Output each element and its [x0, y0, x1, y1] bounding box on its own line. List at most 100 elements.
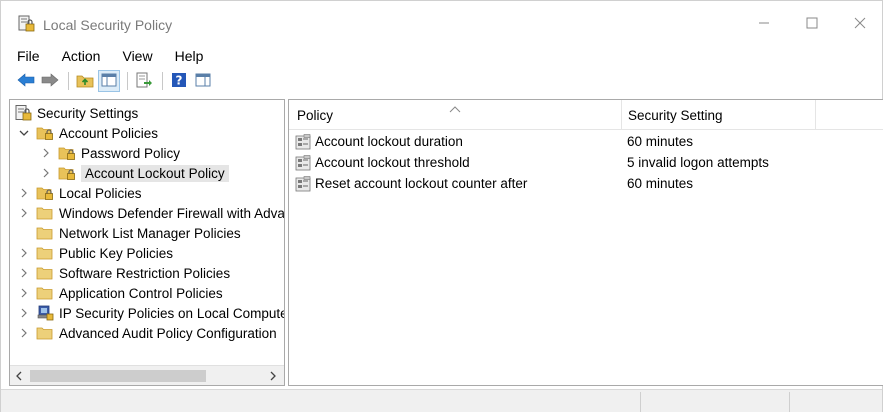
tree-item-account-lockout-policy[interactable]: Account Lockout Policy	[40, 163, 229, 183]
close-icon	[854, 17, 866, 32]
tree-item-windows-defender-firewall-with-adva[interactable]: Windows Defender Firewall with Adva	[18, 203, 285, 223]
export-list-button[interactable]	[133, 70, 155, 92]
minimize-button[interactable]	[741, 9, 787, 39]
folder-icon	[36, 225, 54, 241]
folder-icon	[36, 205, 54, 221]
status-divider	[789, 392, 790, 412]
folder-icon	[36, 285, 54, 301]
tree-item-ip-security-policies-on-local-compute[interactable]: IP Security Policies on Local Compute	[18, 303, 285, 323]
tree-item-label: Password Policy	[81, 145, 181, 161]
up-folder-icon	[76, 72, 94, 91]
list-item[interactable]: Account lockout threshold 5 invalid logon…	[289, 152, 883, 173]
list-item[interactable]: Reset account lockout counter after 60 mi…	[289, 173, 883, 194]
chevron-right-icon[interactable]	[18, 187, 30, 199]
close-button[interactable]	[837, 9, 883, 39]
help-button[interactable]: ?	[168, 70, 190, 92]
tree-item-label: Account Policies	[59, 125, 159, 141]
security-setting-value: 5 invalid logon attempts	[627, 155, 769, 170]
menu-bar: File Action View Help	[1, 45, 882, 67]
svg-text:?: ?	[176, 73, 183, 87]
tree-item-software-restriction-policies[interactable]: Software Restriction Policies	[18, 263, 230, 283]
back-arrow-icon	[17, 72, 35, 90]
chevron-right-icon[interactable]	[18, 207, 30, 219]
chevron-down-icon[interactable]	[18, 127, 30, 139]
ip-security-icon	[36, 305, 54, 321]
chevron-right-icon[interactable]	[18, 247, 30, 259]
toolbar-separator	[127, 72, 128, 90]
policy-name: Account lockout duration	[315, 134, 463, 149]
maximize-button[interactable]	[789, 9, 835, 39]
chevron-right-icon[interactable]	[40, 167, 52, 179]
tree-item-label: Network List Manager Policies	[59, 225, 241, 241]
tree-item-public-key-policies[interactable]: Public Key Policies	[18, 243, 173, 263]
window-title: Local Security Policy	[43, 17, 173, 33]
toolbar-separator	[68, 72, 69, 90]
tree-item-label: IP Security Policies on Local Compute	[59, 305, 285, 321]
show-hide-tree-button[interactable]	[98, 70, 120, 92]
tree-item-account-policies[interactable]: Account Policies	[18, 123, 158, 143]
chevron-right-icon[interactable]	[18, 307, 30, 319]
show-hide-tree-icon	[101, 73, 117, 90]
chevron-right-icon[interactable]	[18, 327, 30, 339]
tree-item-label: Public Key Policies	[59, 245, 174, 261]
scroll-right-icon[interactable]	[266, 369, 280, 383]
up-one-level-button[interactable]	[74, 70, 96, 92]
policy-setting-icon	[295, 134, 313, 150]
forward-arrow-icon	[41, 72, 59, 90]
folder-icon	[36, 325, 54, 341]
list-item[interactable]: Account lockout duration 60 minutes	[289, 131, 883, 152]
folder-lock-icon	[36, 185, 54, 201]
list-header: Policy Security Setting	[289, 100, 883, 130]
status-bar	[1, 389, 882, 412]
tree-root-label: Security Settings	[37, 105, 139, 121]
toolbar-separator	[162, 72, 163, 90]
tree-item-label: Local Policies	[59, 185, 142, 201]
console-tree[interactable]: Security Settings Account Policies Passwo…	[9, 99, 285, 386]
title-bar: Local Security Policy	[1, 1, 882, 45]
show-action-pane-button[interactable]	[192, 70, 214, 92]
toolbar: ?	[1, 67, 882, 95]
column-header-empty	[815, 100, 883, 130]
tree-item-label: Application Control Policies	[59, 285, 223, 301]
maximize-icon	[806, 17, 818, 32]
menu-help[interactable]: Help	[171, 48, 208, 64]
tree-item-local-policies[interactable]: Local Policies	[18, 183, 142, 203]
tree-item-label: Software Restriction Policies	[59, 265, 231, 281]
security-setting-value: 60 minutes	[627, 176, 694, 191]
tree-item-advanced-audit-policy-configuration[interactable]: Advanced Audit Policy Configuration	[18, 323, 277, 343]
scroll-left-icon[interactable]	[12, 369, 26, 383]
tree-item-network-list-manager-policies[interactable]: Network List Manager Policies	[18, 223, 241, 243]
app-window: Local Security Policy File Action View H…	[0, 0, 883, 412]
folder-icon	[36, 265, 54, 281]
menu-file[interactable]: File	[13, 48, 44, 64]
tree-item-password-policy[interactable]: Password Policy	[40, 143, 180, 163]
scrollbar-thumb[interactable]	[30, 370, 206, 382]
security-settings-icon	[14, 105, 32, 121]
folder-lock-icon	[58, 145, 76, 161]
chevron-right-icon[interactable]	[18, 287, 30, 299]
menu-view[interactable]: View	[118, 48, 156, 64]
tree-item-application-control-policies[interactable]: Application Control Policies	[18, 283, 223, 303]
tree-item-label: Account Lockout Policy	[81, 164, 229, 182]
tree-root[interactable]: Security Settings	[14, 103, 138, 123]
column-header-security-setting[interactable]: Security Setting	[621, 100, 815, 130]
menu-action[interactable]: Action	[58, 48, 105, 64]
back-button[interactable]	[15, 70, 37, 92]
details-pane[interactable]: Policy Security Setting Account lockout …	[288, 99, 883, 386]
policy-name: Reset account lockout counter after	[315, 176, 528, 191]
chevron-right-icon[interactable]	[40, 147, 52, 159]
policy-name: Account lockout threshold	[315, 155, 470, 170]
minimize-icon	[758, 17, 770, 32]
show-action-pane-icon	[195, 73, 211, 90]
folder-lock-icon	[36, 125, 54, 141]
tree-item-label: Windows Defender Firewall with Adva	[59, 205, 285, 221]
folder-lock-icon	[58, 165, 76, 181]
status-divider	[640, 392, 641, 412]
tree-horizontal-scrollbar[interactable]	[10, 365, 284, 385]
export-list-icon	[135, 72, 153, 91]
forward-button[interactable]	[39, 70, 61, 92]
column-header-policy[interactable]: Policy	[297, 100, 621, 130]
policy-setting-icon	[295, 155, 313, 171]
help-icon: ?	[171, 72, 187, 91]
chevron-right-icon[interactable]	[18, 267, 30, 279]
